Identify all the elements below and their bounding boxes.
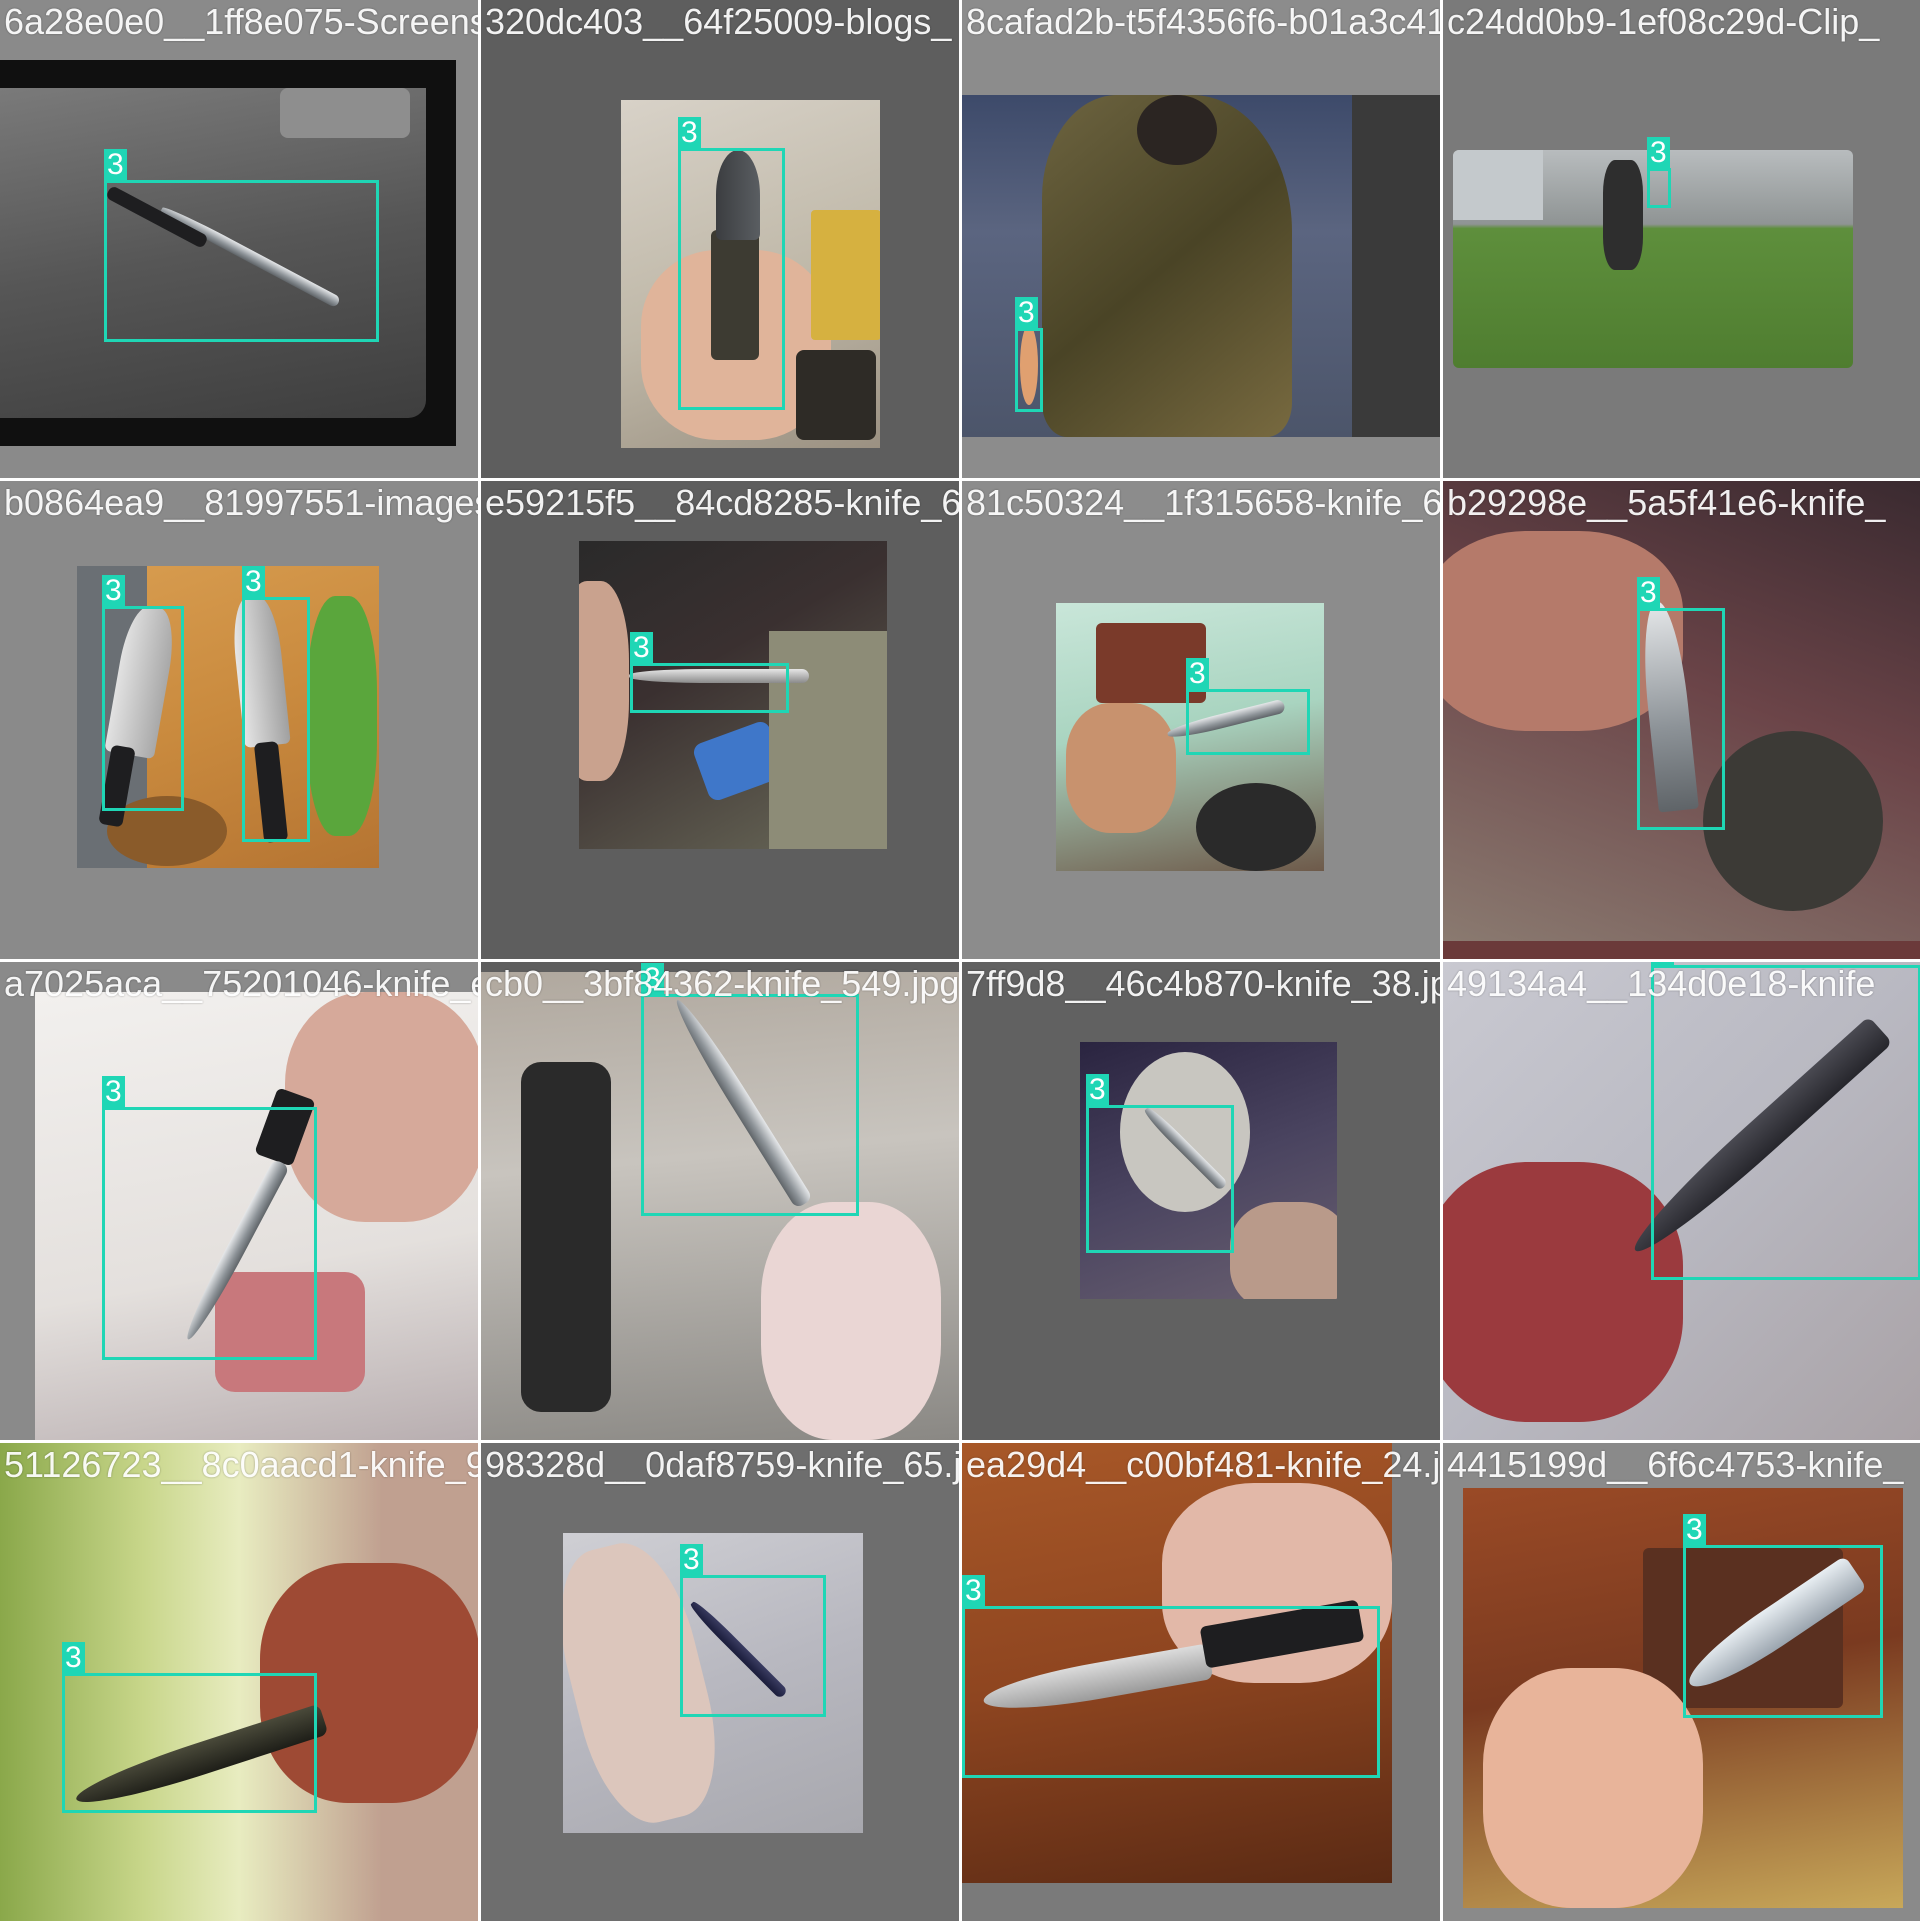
tile-filename: 320dc403__64f25009-blogs_ (485, 1, 952, 42)
tile-filename: 98328d__0daf8759-knife_65.jpg (485, 1444, 959, 1485)
bounding-box: 3 (962, 1575, 1380, 1778)
image-tile: e59215f5__84cd8285-knife_64.jpg 3 (481, 481, 959, 959)
bounding-box: 3 (630, 632, 789, 713)
image-tile: 49134a4__134d0e18-knife 3 (1443, 962, 1920, 1440)
tile-filename: e59215f5__84cd8285-knife_64.jpg (485, 482, 959, 523)
class-id-label: 3 (630, 632, 653, 664)
class-id-label: 3 (1186, 658, 1209, 690)
photo-detail (1196, 783, 1316, 871)
photo-detail (1443, 1162, 1683, 1422)
class-id-label: 3 (1637, 577, 1660, 609)
bounding-box: 3 (641, 963, 859, 1216)
class-id-label: 3 (102, 1076, 125, 1108)
photo-detail (280, 88, 410, 138)
photo-detail (1352, 95, 1440, 437)
tile-filename: ea29d4__c00bf481-knife_24.jpg (966, 1444, 1440, 1485)
tile-filename: 6a28e0e0__1ff8e075-Screenshot-2025-04-25 (4, 1, 478, 42)
photo-detail (796, 350, 876, 440)
tile-filename: b0864ea9__81997551-images.jpg (4, 482, 478, 523)
image-tile: 51126723__8c0aacd1-knife_94.jpg 3 (0, 1443, 478, 1921)
photo-detail (579, 581, 629, 781)
photo-detail (1066, 703, 1176, 833)
photo-detail (1703, 731, 1883, 911)
tile-filename: b29298e__5a5f41e6-knife_ (1447, 482, 1886, 523)
image-tile: 7ff9d8__46c4b870-knife_38.jpg 3 (962, 962, 1440, 1440)
tile-filename: 51126723__8c0aacd1-knife_94.jpg (4, 1444, 478, 1485)
class-id-label: 3 (1647, 137, 1670, 169)
tile-filename: 4415199d__6f6c4753-knife_ (1447, 1444, 1904, 1485)
photo-detail (521, 1062, 611, 1412)
photo-detail (1603, 160, 1643, 270)
bounding-box: 3 (1186, 658, 1310, 755)
image-tile: a7025aca__75201046-knife_e21.jpg 3 (0, 962, 478, 1440)
photo-detail (307, 596, 377, 836)
class-id-label: 3 (102, 575, 125, 607)
tile-filename: 8cafad2b-t5f4356f6-b01a3c410e-1b79-1f07 (966, 1, 1440, 42)
photo-detail (1483, 1668, 1703, 1908)
photo-detail (811, 210, 880, 340)
class-id-label: 3 (62, 1642, 85, 1674)
class-id-label: 3 (104, 149, 127, 181)
class-id-label: 3 (1683, 1514, 1706, 1546)
bounding-box: 3 (1647, 137, 1671, 208)
bounding-box: 3 (678, 117, 785, 410)
image-tile: b0864ea9__81997551-images.jpg 3 3 (0, 481, 478, 959)
bounding-box: 3 (242, 566, 310, 842)
image-tile: 6a28e0e0__1ff8e075-Screenshot-2025-04-25… (0, 0, 478, 478)
class-id-label: 3 (680, 1544, 703, 1576)
image-tile: b29298e__5a5f41e6-knife_ 3 (1443, 481, 1920, 959)
bounding-box: 3 (1651, 962, 1920, 1280)
mosaic-grid: 6a28e0e0__1ff8e075-Screenshot-2025-04-25… (0, 0, 1920, 1921)
image-tile: ea29d4__c00bf481-knife_24.jpg 3 (962, 1443, 1440, 1921)
class-id-label: 3 (242, 566, 265, 598)
photo-detail (1230, 1202, 1337, 1299)
bounding-box: 3 (104, 149, 379, 342)
class-id-label: 3 (1015, 297, 1038, 329)
tile-filename: 49134a4__134d0e18-knife (1447, 963, 1876, 1004)
bounding-box: 3 (102, 575, 184, 811)
image-tile: 81c50324__1f315658-knife_628.jpg 3 (962, 481, 1440, 959)
bounding-box: 3 (102, 1076, 317, 1360)
bounding-box: 3 (1683, 1514, 1883, 1718)
bounding-box: 3 (680, 1544, 826, 1717)
bounding-box: 3 (1637, 577, 1725, 830)
image-tile: 4415199d__6f6c4753-knife_ 3 (1443, 1443, 1920, 1921)
bounding-box: 3 (1086, 1074, 1234, 1253)
tile-filename: a7025aca__75201046-knife_e21.jpg (4, 963, 478, 1004)
photo-detail (761, 1202, 941, 1440)
image-tile: 8cafad2b-t5f4356f6-b01a3c410e-1b79-1f07 … (962, 0, 1440, 478)
image-tile: 320dc403__64f25009-blogs_ 3 (481, 0, 959, 478)
tile-filename: cb0__3bf84362-knife_549.jpg (485, 963, 959, 1004)
tile-filename: 7ff9d8__46c4b870-knife_38.jpg (966, 963, 1440, 1004)
photo-detail (1453, 150, 1543, 220)
photo-detail (1137, 95, 1217, 165)
bounding-box: 3 (1015, 297, 1043, 412)
image-tile: c24dd0b9-1ef08c29d-Clip_ 3 (1443, 0, 1920, 478)
image-tile: cb0__3bf84362-knife_549.jpg 3 (481, 962, 959, 1440)
class-id-label: 3 (1086, 1074, 1109, 1106)
class-id-label: 3 (962, 1575, 985, 1607)
class-id-label: 3 (678, 117, 701, 149)
image-tile: 98328d__0daf8759-knife_65.jpg 3 (481, 1443, 959, 1921)
tile-filename: c24dd0b9-1ef08c29d-Clip_ (1447, 1, 1880, 42)
bounding-box: 3 (62, 1642, 317, 1813)
tile-filename: 81c50324__1f315658-knife_628.jpg (966, 482, 1440, 523)
